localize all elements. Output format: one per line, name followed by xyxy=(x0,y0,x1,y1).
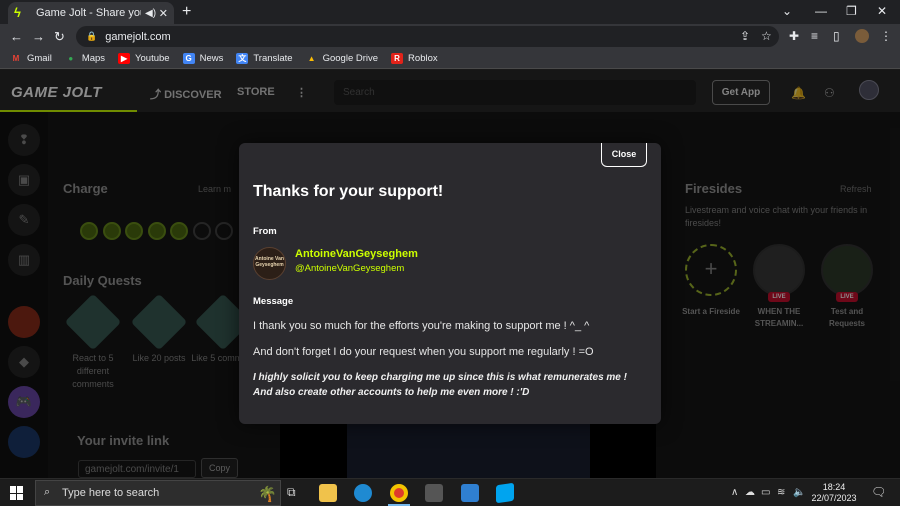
clock-time: 18:24 xyxy=(822,482,846,492)
edge-icon[interactable] xyxy=(354,484,372,502)
reload-icon[interactable]: ↻ xyxy=(54,29,65,45)
store-app-icon[interactable] xyxy=(496,482,514,504)
restore-button[interactable]: ❐ xyxy=(846,4,857,18)
bookmark-label: Roblox xyxy=(408,53,438,64)
bookmark-gmail[interactable]: M Gmail xyxy=(10,53,52,64)
tab-search-icon[interactable]: ⌄ xyxy=(782,4,792,18)
bookmark-news[interactable]: G News xyxy=(182,53,224,64)
message-line-emphasis: And also create other accounts to help m… xyxy=(253,387,530,398)
show-hidden-icons[interactable]: ∧ xyxy=(731,487,738,498)
support-thanks-modal: Close Thanks for your support! From Anto… xyxy=(239,143,661,424)
bookmark-roblox[interactable]: R Roblox xyxy=(391,53,438,64)
share-icon[interactable]: ⇪ xyxy=(740,29,750,43)
modal-title: Thanks for your support! xyxy=(253,183,444,200)
close-button[interactable]: Close xyxy=(601,143,647,167)
minimize-button[interactable]: — xyxy=(815,4,827,18)
lock-icon[interactable]: 🔒 xyxy=(86,31,97,42)
bookmark-maps[interactable]: ● Maps xyxy=(65,53,105,64)
browser-tab[interactable]: ϟ Game Jolt - Share your creati ◀) ✕ xyxy=(8,2,174,24)
cloud-icon[interactable]: ☁ xyxy=(745,487,755,498)
tab-title: Game Jolt - Share your creati xyxy=(36,7,141,19)
browser-tab-bar: ϟ Game Jolt - Share your creati ◀) ✕ + ⌄… xyxy=(0,0,900,24)
clock-date: 22/07/2023 xyxy=(811,493,857,503)
sender-name[interactable]: AntoineVanGeyseghem xyxy=(295,248,418,260)
palm-tree-icon: 🌴 xyxy=(258,486,277,503)
bookmark-star-icon[interactable]: ☆ xyxy=(761,29,772,43)
chrome-icon[interactable] xyxy=(390,484,408,502)
maps-icon: ● xyxy=(68,54,74,63)
battery-icon[interactable]: ▭ xyxy=(761,487,770,498)
bookmarks-bar: M Gmail ● Maps ▶ Youtube G News 文 Translate ▲… xyxy=(0,49,900,69)
bookmark-label: Gmail xyxy=(27,53,52,64)
taskbar-search-placeholder: Type here to search xyxy=(62,487,160,499)
address-bar[interactable]: 🔒 gamejolt.com xyxy=(76,26,779,47)
mail-app-icon[interactable] xyxy=(461,484,479,502)
youtube-icon: ▶ xyxy=(118,53,131,64)
new-tab-button[interactable]: + xyxy=(182,3,191,21)
speaker-icon[interactable]: ◀) xyxy=(145,8,156,19)
task-view-icon[interactable]: ⧉ xyxy=(287,485,296,500)
from-label: From xyxy=(253,226,277,237)
google-drive-icon: ▲ xyxy=(307,54,316,63)
message-line: And don't forget I do your request when … xyxy=(253,346,594,358)
bookmark-label: Youtube xyxy=(135,53,170,64)
file-explorer-icon[interactable] xyxy=(319,484,337,502)
translate-icon: 文 xyxy=(236,53,249,64)
bookmark-label: Google Drive xyxy=(322,53,379,64)
sender-avatar[interactable]: Antoine Van Geyseghem xyxy=(253,247,286,280)
roblox-icon: R xyxy=(391,53,404,64)
wifi-icon[interactable]: ≋ xyxy=(777,487,785,498)
bookmark-youtube[interactable]: ▶ Youtube xyxy=(118,53,170,64)
taskbar-clock[interactable]: 18:24 22/07/2023 xyxy=(805,482,863,504)
gamejolt-favicon-icon: ϟ xyxy=(14,5,21,20)
close-window-button[interactable]: ✕ xyxy=(877,4,887,18)
notifications-icon[interactable]: 🗨 xyxy=(871,485,886,499)
sender-handle[interactable]: @AntoineVanGeyseghem xyxy=(295,263,404,274)
gmail-icon: M xyxy=(12,54,20,63)
bookmark-label: News xyxy=(199,53,224,64)
extensions-icon[interactable]: ✚ xyxy=(789,29,799,43)
search-icon: ⌕ xyxy=(44,486,51,498)
menu-kebab-icon[interactable]: ⋮ xyxy=(880,29,892,43)
side-panel-icon[interactable]: ▯ xyxy=(833,29,840,43)
forward-icon[interactable]: → xyxy=(32,29,45,44)
browser-toolbar: ← → ↻ 🔒 gamejolt.com ⇪ ☆ ✚ ≡ ▯ ⋮ xyxy=(0,24,900,49)
back-icon[interactable]: ← xyxy=(10,29,23,44)
bookmark-translate[interactable]: 文 Translate xyxy=(236,53,293,64)
url-text: gamejolt.com xyxy=(105,30,171,43)
bookmark-label: Translate xyxy=(253,53,293,64)
close-tab-icon[interactable]: ✕ xyxy=(159,7,168,20)
profile-avatar[interactable] xyxy=(855,29,869,43)
message-line: I thank you so much for the efforts you'… xyxy=(253,320,590,332)
bookmark-google-drive[interactable]: ▲ Google Drive xyxy=(306,53,378,64)
windows-taskbar: ⌕ Type here to search 🌴 ⧉ ∧ ☁ ▭ ≋ 🔈 18:2… xyxy=(0,478,900,506)
message-line-emphasis: I highly solicit you to keep charging me… xyxy=(253,372,627,383)
camera-app-icon[interactable] xyxy=(425,484,443,502)
bookmark-label: Maps xyxy=(81,53,106,64)
news-icon: G xyxy=(182,53,195,64)
media-control-icon[interactable]: ≡ xyxy=(811,29,818,43)
windows-start-icon[interactable] xyxy=(10,486,24,500)
volume-icon[interactable]: 🔈 xyxy=(793,487,805,498)
taskbar-search-box[interactable]: ⌕ Type here to search 🌴 xyxy=(35,480,281,506)
message-label: Message xyxy=(253,296,294,307)
